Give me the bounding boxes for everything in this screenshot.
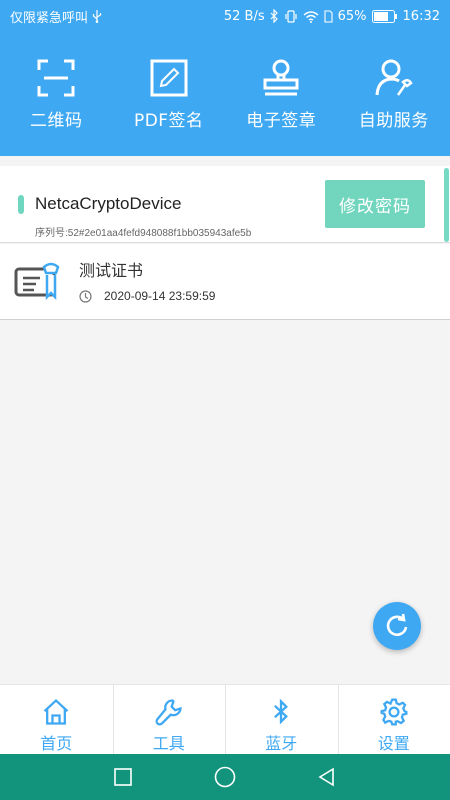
tab-tools-label: 工具 [152,734,185,753]
refresh-icon [386,613,408,637]
battery-icon [371,9,397,23]
battery-percent: 65% [337,8,367,24]
sim-icon [324,9,333,23]
pdf-sign-tool[interactable]: PDF签名 [113,32,226,156]
tab-home[interactable]: 首页 [0,685,113,754]
tab-settings[interactable]: 设置 [337,685,450,755]
e-seal-label: 电子签章 [246,111,317,131]
tab-settings-label: 设置 [377,734,410,753]
tab-bluetooth-label: 蓝牙 [265,734,298,753]
triangle-back-icon [318,767,334,787]
certificate-expiry: 2020-09-14 23:59:59 [104,289,216,303]
self-service-tool[interactable]: 自助服务 [338,32,450,156]
recents-button[interactable] [112,766,134,788]
certificate-title: 测试证书 [79,261,144,280]
certificate-icon [14,262,60,301]
self-service-label: 自助服务 [358,111,429,131]
bottom-tab-bar: 首页 工具 蓝牙 设置 [0,684,450,755]
usb-icon [92,9,102,23]
change-password-button[interactable]: 修改密码 [325,180,425,228]
bluetooth-icon [274,698,289,725]
carrier-text: 仅限紧急呼叫 [10,10,89,26]
pen-sign-icon [150,59,188,97]
vibrate-icon [285,9,297,23]
bluetooth-status-icon [270,9,278,23]
clock-icon [79,290,92,303]
clock-time: 16:32 [402,8,440,24]
tab-tools[interactable]: 工具 [112,685,226,755]
pdf-sign-label: PDF签名 [133,111,204,131]
wifi-icon [303,10,319,23]
refresh-button[interactable] [373,602,421,650]
net-speed: 52 B/s [223,8,265,24]
back-button[interactable] [316,766,338,788]
user-wrench-icon [375,59,413,96]
qr-code-label: 二维码 [30,111,83,131]
e-seal-tool[interactable]: 电子签章 [225,32,338,156]
status-bar: 仅限紧急呼叫 52 B/s 65% 16:32 [0,0,450,32]
home-nav-button[interactable] [214,766,236,788]
home-icon [44,698,69,725]
wrench-icon [155,699,182,726]
tab-home-label: 首页 [40,734,73,753]
device-indicator [18,195,24,214]
device-card: NetcaCryptoDevice 序列号:52#2e01aa4fefd9480… [0,166,450,243]
device-name: NetcaCryptoDevice [35,194,182,213]
stamp-icon [263,59,299,96]
certificate-item[interactable]: 测试证书 2020-09-14 23:59:59 [0,244,450,320]
square-icon [114,768,132,786]
tool-header: 二维码 PDF签名 电子签章 自助服务 [0,32,450,156]
system-nav-bar [0,754,450,800]
device-serial: 序列号:52#2e01aa4fefd948088f1bb035943afe5b [35,228,252,239]
scrollbar[interactable] [444,168,449,242]
qr-code-tool[interactable]: 二维码 [0,32,113,156]
circle-icon [214,766,236,788]
gear-icon [380,698,408,726]
qr-scan-icon [37,59,75,97]
tab-bluetooth[interactable]: 蓝牙 [225,685,338,755]
